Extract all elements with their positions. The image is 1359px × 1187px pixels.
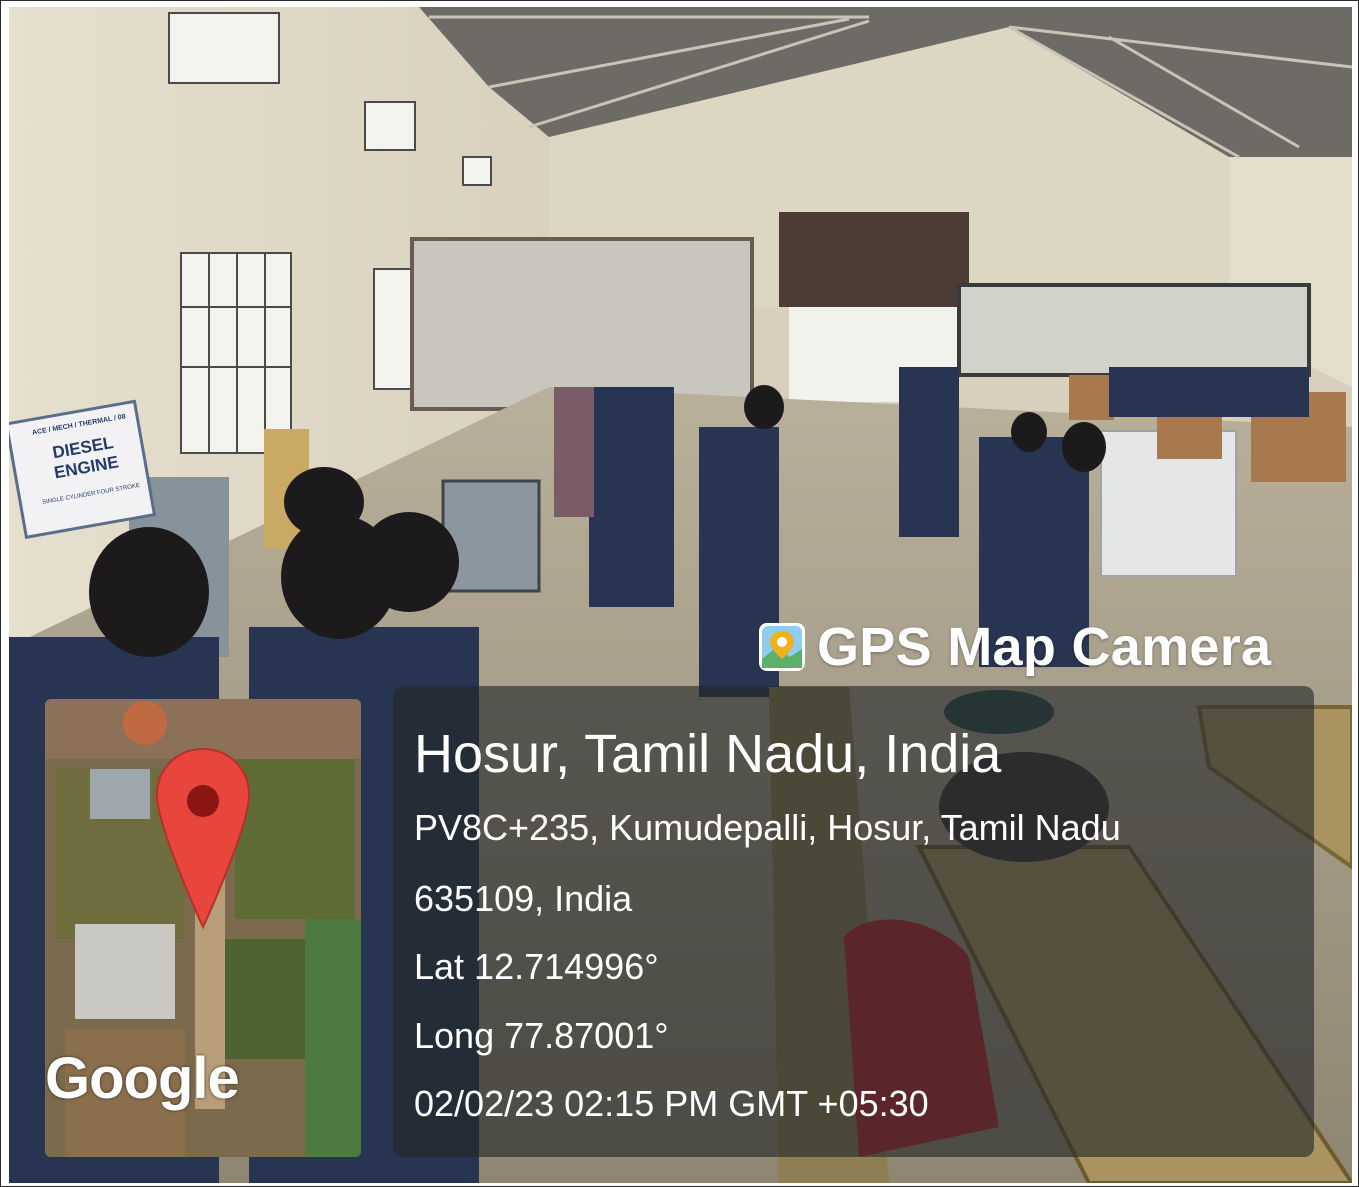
app-name: GPS Map Camera [817,617,1272,677]
longitude: Long 77.87001° [414,1015,669,1056]
google-logo: Google [45,1046,240,1111]
app-title-row: GPS Map Camera [757,612,1271,682]
address-line-1: PV8C+235, Kumudepalli, Hosur, Tamil Nadu [414,807,1121,848]
satellite-map-thumbnail: Google [45,699,361,1157]
datetime-stamp: 02/02/23 02:15 PM GMT +05:30 [414,1083,929,1124]
latitude: Lat 12.714996° [414,946,659,987]
address-line-2: 635109, India [414,878,633,919]
location-place: Hosur, Tamil Nadu, India [414,724,1002,784]
sign-line-2: DIESEL ENGINE [51,432,121,483]
map-pin-icon [155,747,251,932]
screenshot-frame: GPS Map Camera Google Hosur, Tamil Nadu,… [0,0,1359,1187]
map-pin-camera-icon [757,619,807,675]
